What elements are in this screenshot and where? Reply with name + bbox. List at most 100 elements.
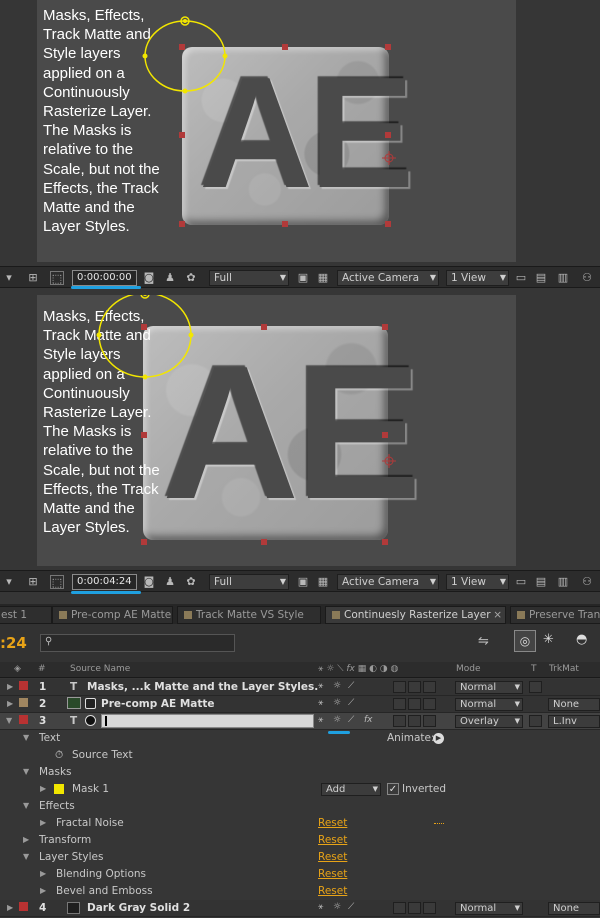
layer-name[interactable]: Masks, ...k Matte and the Layer Styles.	[87, 681, 318, 693]
switch-box[interactable]	[393, 715, 406, 727]
reset-link[interactable]: Reset	[318, 868, 347, 880]
collapse-switch-icon[interactable]: ☼	[333, 681, 345, 692]
collapse-triangle-icon[interactable]: ▼	[23, 801, 29, 810]
timeline-icon[interactable]: ▥	[556, 271, 570, 285]
prop-source-text[interactable]: ⏱ Source Text	[0, 747, 600, 764]
snapshot-camera-icon[interactable]: ◙	[142, 575, 156, 589]
label-color[interactable]	[19, 902, 28, 911]
fast-previews-icon[interactable]: ▤	[534, 575, 548, 589]
blend-mode-dropdown[interactable]: Normal ▼	[455, 698, 523, 711]
expand-triangle-icon[interactable]: ▶	[23, 835, 29, 844]
switch-box[interactable]	[423, 715, 436, 727]
prop-transform[interactable]: ▶ Transform Reset	[0, 832, 600, 849]
expand-triangle-icon[interactable]: ▶	[40, 818, 46, 827]
reset-link[interactable]: Reset	[318, 817, 347, 829]
mask-path-bottom[interactable]	[37, 295, 516, 566]
toggle-transparency-icon[interactable]: ▣	[296, 271, 310, 285]
shy-switch-icon[interactable]: ⚹	[318, 681, 330, 692]
draft-3d-icon[interactable]: ◎	[514, 630, 536, 652]
mask-mode-dropdown[interactable]: Add ▼	[321, 783, 381, 796]
resolution-dropdown[interactable]: Full ▼	[209, 574, 289, 590]
reset-link[interactable]: Reset	[318, 851, 347, 863]
expand-triangle-icon[interactable]: ▶	[7, 682, 13, 691]
inverted-checkbox[interactable]: ✓	[387, 783, 399, 795]
label-color[interactable]	[19, 698, 28, 707]
magnification-icon[interactable]: ▾	[2, 271, 16, 285]
checkerboard-icon[interactable]: ▦	[316, 271, 330, 285]
collapse-triangle-icon[interactable]: ▼	[23, 733, 29, 742]
current-timecode[interactable]: 0:00:04:24	[72, 574, 137, 590]
blend-mode-dropdown[interactable]: Normal ▼	[455, 681, 523, 694]
prop-layer-styles[interactable]: ▼ Layer Styles Reset	[0, 849, 600, 866]
hide-shy-layers-icon[interactable]: ✳	[543, 632, 554, 647]
collapse-triangle-icon[interactable]: ▼	[6, 716, 12, 725]
quality-switch-icon[interactable]: ⟋	[348, 715, 360, 726]
layer-name[interactable]: Pre-comp AE Matte	[101, 698, 215, 710]
tab-preserve-transparency[interactable]: Preserve Tran	[510, 606, 600, 624]
trkmat-dropdown[interactable]: None	[548, 902, 600, 915]
shy-switch-icon[interactable]: ⚹	[318, 902, 330, 913]
collapse-triangle-icon[interactable]: ▼	[23, 767, 29, 776]
expand-triangle-icon[interactable]: ▶	[40, 784, 46, 793]
quality-switch-icon[interactable]: ⟋	[348, 902, 360, 913]
expand-triangle-icon[interactable]: ▶	[7, 903, 13, 912]
layer-name-edit-field[interactable]	[101, 714, 314, 728]
grid-toggle-icon[interactable]: ⊞	[26, 271, 40, 285]
collapse-triangle-icon[interactable]: ▼	[23, 852, 29, 861]
view-layout-dropdown[interactable]: 1 View ▼	[446, 574, 509, 590]
layer-row-1[interactable]: ▶ 1 T Masks, ...k Matte and the Layer St…	[0, 679, 600, 696]
comp-canvas-bottom[interactable]: AE Masks, Effects, Track Matte and Style l…	[37, 295, 516, 566]
label-color[interactable]	[19, 715, 28, 724]
switch-box[interactable]	[423, 681, 436, 693]
comp-canvas-top[interactable]: AE Masks, Effects, Track Matte and Style l…	[37, 0, 516, 262]
snapshot-camera-icon[interactable]: ◙	[142, 271, 156, 285]
switch-box[interactable]	[408, 698, 421, 710]
quality-switch-icon[interactable]: ⟋	[348, 698, 360, 709]
switch-box[interactable]	[393, 902, 406, 914]
trkmat-dropdown[interactable]: L.Inv	[548, 715, 600, 728]
flowchart-icon[interactable]: ⚇	[580, 575, 594, 589]
collapse-switch-icon[interactable]: ☼	[333, 715, 345, 726]
toggle-transparency-icon[interactable]: ▣	[296, 575, 310, 589]
switch-box[interactable]	[393, 681, 406, 693]
shy-switch-icon[interactable]: ⚹	[318, 698, 330, 709]
collapse-switch-icon[interactable]: ☼	[333, 698, 345, 709]
column-mode[interactable]: Mode	[456, 664, 481, 674]
layer-row-4[interactable]: ▶ 4 Dark Gray Solid 2 ⚹ ☼ ⟋ Normal ▼ None	[0, 900, 600, 917]
prop-blending-options[interactable]: ▶ Blending Options Reset	[0, 866, 600, 883]
collapse-switch-icon[interactable]: ☼	[333, 902, 345, 913]
mask-path-top[interactable]	[37, 0, 516, 262]
switch-box[interactable]	[423, 902, 436, 914]
current-timecode[interactable]: 0:00:00:00	[72, 270, 137, 286]
toggle-pixel-aspect-icon[interactable]: ▭	[514, 271, 528, 285]
layer-row-3[interactable]: ▼ 3 T ⚹ ☼ ⟋ fx Overlay ▼ L.Inv	[0, 713, 600, 730]
view-layout-dropdown[interactable]: 1 View ▼	[446, 270, 509, 286]
toggle-pixel-aspect-icon[interactable]: ▭	[514, 575, 528, 589]
tab-test-1[interactable]: est 1	[0, 606, 52, 624]
fx-switch-icon[interactable]: fx	[364, 715, 376, 726]
composition-viewer-top[interactable]: AE Masks, Effects, Track Matte and Style l…	[0, 0, 600, 264]
mask-color-swatch[interactable]	[54, 784, 64, 794]
blend-mode-dropdown[interactable]: Overlay ▼	[455, 715, 523, 728]
switch-box[interactable]	[423, 698, 436, 710]
stopwatch-icon[interactable]: ⏱	[55, 749, 63, 762]
blend-mode-dropdown[interactable]: Normal ▼	[455, 902, 523, 915]
label-color[interactable]	[19, 681, 28, 690]
switch-box[interactable]	[408, 902, 421, 914]
tab-pre-comp-ae-matte[interactable]: Pre-comp AE Matte	[52, 606, 173, 624]
layer-row-2[interactable]: ▶ 2 Pre-comp AE Matte ⚹ ☼ ⟋ Normal ▼ None	[0, 696, 600, 713]
tab-continuesly-rasterize-layer[interactable]: Continuesly Rasterize Layer ×	[325, 606, 506, 624]
prop-masks[interactable]: ▼ Masks	[0, 764, 600, 781]
current-time-display[interactable]: :24	[0, 634, 27, 652]
show-snapshot-icon[interactable]: ♟	[163, 271, 177, 285]
column-source-name[interactable]: Source Name	[70, 664, 130, 674]
region-of-interest-icon[interactable]: ⬚	[50, 271, 64, 285]
layer-search-input[interactable]: ⚲	[40, 634, 235, 652]
composition-mini-flowchart-icon[interactable]: ⇋	[478, 634, 489, 649]
column-trkmat[interactable]: TrkMat	[549, 664, 579, 674]
region-of-interest-icon[interactable]: ⬚	[50, 575, 64, 589]
expand-triangle-icon[interactable]: ▶	[40, 869, 46, 878]
expand-triangle-icon[interactable]: ▶	[7, 699, 13, 708]
prop-mask-1[interactable]: ▶ Mask 1 Add ▼ ✓ Inverted	[0, 781, 600, 798]
quality-switch-icon[interactable]: ⟋	[348, 681, 360, 692]
